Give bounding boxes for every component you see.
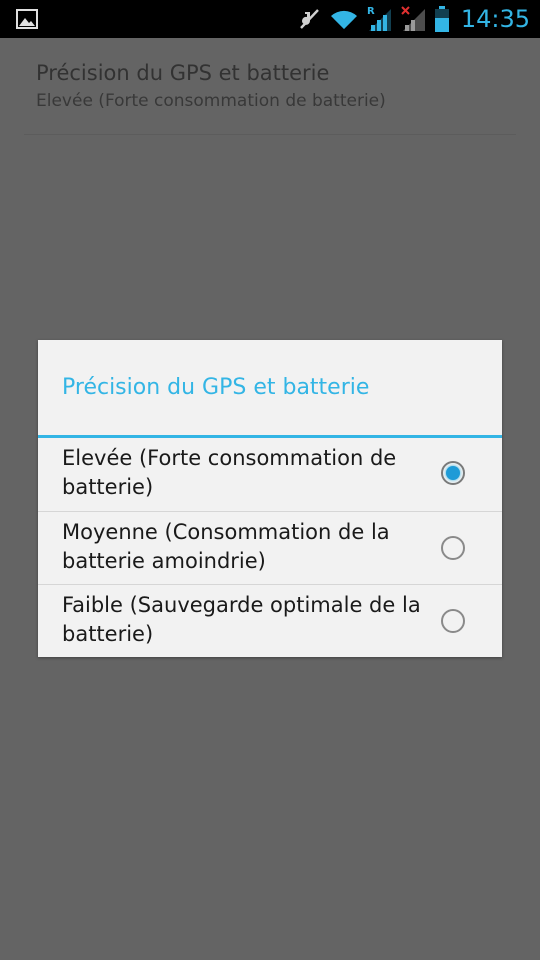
option-label: Faible (Sauvegarde optimale de la batter… (62, 593, 421, 646)
battery-icon (434, 6, 449, 32)
radio-button[interactable] (441, 609, 465, 633)
option-battery-saving[interactable]: Moyenne (Consommation de la batterie amo… (38, 512, 502, 584)
status-icons: R 14:35 (297, 0, 532, 38)
status-clock: 14:35 (460, 5, 530, 33)
location-mode-preference[interactable]: Précision du GPS et batterie Elevée (For… (36, 58, 516, 114)
preference-summary: Elevée (Forte consommation de batterie) (36, 91, 386, 111)
roaming-indicator: R (367, 6, 375, 17)
wifi-icon (330, 10, 357, 29)
radio-selected-dot (446, 466, 460, 480)
option-device-only[interactable]: Faible (Sauvegarde optimale de la batter… (38, 585, 502, 657)
signal-no-sim-icon (401, 6, 425, 31)
dialog-title: Précision du GPS et batterie (62, 375, 370, 400)
option-label: Elevée (Forte consommation de batterie) (62, 446, 397, 499)
radio-button[interactable] (441, 536, 465, 560)
preference-title: Précision du GPS et batterie (36, 61, 330, 85)
location-mode-dialog: Précision du GPS et batterie Elevée (For… (38, 340, 502, 657)
mute-icon (299, 9, 319, 29)
radio-button-checked[interactable] (441, 461, 465, 485)
preference-divider (24, 134, 516, 135)
gallery-notification-icon (16, 9, 38, 29)
screen: R 14:35 Précision du GPS et batterie Ele… (0, 0, 540, 960)
signal-roaming-icon: R (367, 6, 391, 31)
option-high-accuracy[interactable]: Elevée (Forte consommation de batterie) (38, 438, 502, 510)
status-bar: R 14:35 (0, 0, 540, 38)
option-label: Moyenne (Consommation de la batterie amo… (62, 520, 390, 573)
